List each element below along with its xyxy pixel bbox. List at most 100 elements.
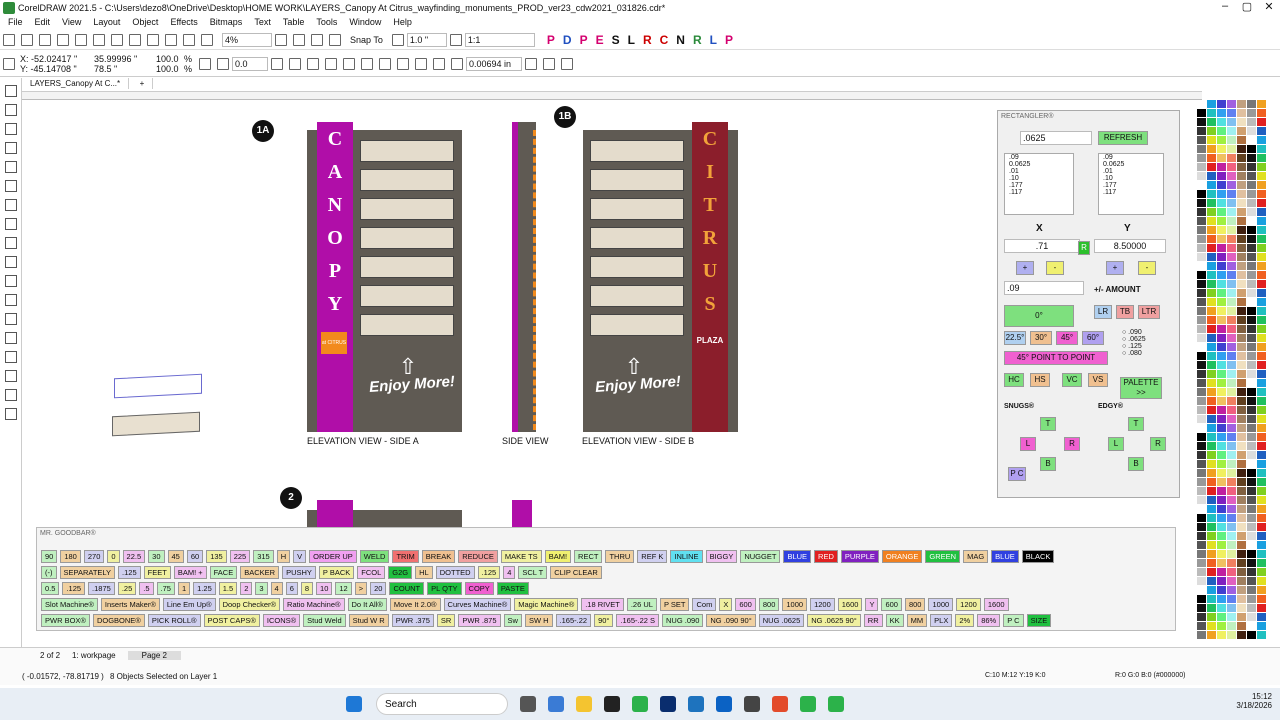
- directory-panel[interactable]: [590, 314, 684, 336]
- plugin-r-icon[interactable]: R: [643, 33, 652, 47]
- color-swatch[interactable]: [1247, 613, 1256, 622]
- goodbar-r2-button[interactable]: (-): [41, 566, 57, 579]
- goodbar-r4-button[interactable]: 1600: [983, 598, 1009, 611]
- color-swatch[interactable]: [1237, 388, 1246, 397]
- directory-panel[interactable]: [590, 198, 684, 220]
- color-swatch[interactable]: [1257, 577, 1266, 586]
- goodbar-r4-button[interactable]: 600: [881, 598, 902, 611]
- color-swatch[interactable]: [1247, 217, 1256, 226]
- color-swatch[interactable]: [1247, 316, 1256, 325]
- lr-button[interactable]: LR: [1094, 305, 1112, 319]
- color-swatch[interactable]: [1207, 469, 1216, 478]
- color-swatch[interactable]: [1257, 172, 1266, 181]
- directory-panel[interactable]: [360, 169, 454, 191]
- color-swatch[interactable]: [1197, 118, 1206, 127]
- color-swatch[interactable]: [1247, 577, 1256, 586]
- plugin-r2-icon[interactable]: R: [693, 33, 702, 47]
- color-swatch[interactable]: [1237, 415, 1246, 424]
- goodbar-r1-button[interactable]: 45: [167, 550, 184, 563]
- edgy-left-button[interactable]: L: [1108, 437, 1124, 451]
- goodbar-r1-button[interactable]: 225: [229, 550, 251, 563]
- color-swatch[interactable]: [1197, 208, 1206, 217]
- color-swatch[interactable]: [1227, 280, 1236, 289]
- color-swatch[interactable]: [1247, 442, 1256, 451]
- vs-button[interactable]: VS: [1088, 373, 1108, 387]
- tb-button[interactable]: TB: [1116, 305, 1134, 319]
- color-swatch[interactable]: [1217, 154, 1226, 163]
- color-swatch[interactable]: [1227, 397, 1236, 406]
- intersect-icon[interactable]: [361, 57, 373, 70]
- goodbar-r2-button[interactable]: G2G: [388, 566, 413, 579]
- goodbar-r1-button[interactable]: WELD: [359, 550, 390, 563]
- color-swatch[interactable]: [1217, 415, 1226, 424]
- edge-icon[interactable]: [688, 696, 704, 712]
- color-swatch[interactable]: [1207, 505, 1216, 514]
- color-swatch[interactable]: [1217, 604, 1226, 613]
- goodbar-r2-button[interactable]: DOTTED: [435, 566, 475, 579]
- color-swatch[interactable]: [1217, 613, 1226, 622]
- list-item[interactable]: .117: [1103, 189, 1163, 196]
- y-minus-button[interactable]: -: [1138, 261, 1156, 275]
- lock-ratio-icon[interactable]: [199, 57, 211, 70]
- goodbar-r1-button[interactable]: RED: [814, 550, 838, 563]
- color-swatch[interactable]: [1197, 514, 1206, 523]
- goodbar-r3-button[interactable]: .1875: [88, 582, 115, 595]
- directory-panel[interactable]: [360, 256, 454, 278]
- color-swatch[interactable]: [1257, 154, 1266, 163]
- goodbar-r1-button[interactable]: V: [293, 550, 307, 563]
- color-swatch[interactable]: [1257, 487, 1266, 496]
- text-tool-icon[interactable]: [5, 256, 17, 268]
- goodbar-r3-button[interactable]: 6: [285, 582, 298, 595]
- color-swatch[interactable]: [1197, 460, 1206, 469]
- color-swatch[interactable]: [1197, 235, 1206, 244]
- list-item[interactable]: .177: [1009, 182, 1073, 189]
- goodbar-r3-button[interactable]: PL QTY: [427, 582, 462, 595]
- scribble-shape-1[interactable]: [114, 373, 202, 399]
- color-swatch[interactable]: [1207, 451, 1216, 460]
- color-swatch[interactable]: [1207, 145, 1216, 154]
- import-icon[interactable]: [165, 33, 177, 46]
- menu-help[interactable]: Help: [393, 17, 412, 27]
- color-swatch[interactable]: [1247, 631, 1256, 640]
- color-swatch[interactable]: [1227, 568, 1236, 577]
- goodbar-r3-button[interactable]: .25: [117, 582, 137, 595]
- goodbar-r1-button[interactable]: REDUCE: [458, 550, 498, 563]
- color-swatch[interactable]: [1227, 136, 1236, 145]
- menu-edit[interactable]: Edit: [35, 17, 51, 27]
- plugin-s-icon[interactable]: S: [612, 33, 620, 47]
- menu-table[interactable]: Table: [283, 17, 305, 27]
- color-swatch[interactable]: [1217, 622, 1226, 631]
- goodbar-r1-button[interactable]: BLACK: [1021, 550, 1055, 563]
- color-palette[interactable]: [1197, 100, 1280, 655]
- goodbar-r1-button[interactable]: ORDER UP: [309, 550, 357, 563]
- goodbar-r1-button[interactable]: 90: [41, 550, 58, 563]
- color-swatch[interactable]: [1197, 379, 1206, 388]
- boundary-icon[interactable]: [433, 57, 445, 70]
- color-swatch[interactable]: [1237, 127, 1246, 136]
- size-radio-group[interactable]: ○ .090 ○ .0625 ○ .125 ○ .080: [1122, 329, 1146, 357]
- zoom-level-field[interactable]: 4%: [222, 32, 272, 47]
- goodbar-r4-button[interactable]: 1600: [837, 598, 863, 611]
- color-swatch[interactable]: [1257, 469, 1266, 478]
- color-swatch[interactable]: [1257, 550, 1266, 559]
- directory-panel[interactable]: [360, 227, 454, 249]
- color-swatch[interactable]: [1217, 595, 1226, 604]
- goodbar-r4-button[interactable]: 1000: [782, 598, 808, 611]
- mirror-h-icon[interactable]: [271, 57, 283, 70]
- directory-panel[interactable]: [590, 169, 684, 191]
- color-swatch[interactable]: [1237, 469, 1246, 478]
- trim-icon[interactable]: [343, 57, 355, 70]
- directory-panel[interactable]: [590, 140, 684, 162]
- undo-icon[interactable]: [129, 33, 141, 46]
- color-swatch[interactable]: [1217, 208, 1226, 217]
- x-value-field[interactable]: .71: [1004, 239, 1080, 253]
- color-swatch[interactable]: [1257, 559, 1266, 568]
- color-swatch[interactable]: [1227, 424, 1236, 433]
- horizontal-ruler[interactable]: [22, 92, 1202, 100]
- goodbar-r4-button[interactable]: Line Em Up®: [162, 598, 216, 611]
- document-tab[interactable]: LAYERS_Canopy At C...*: [22, 78, 130, 89]
- menu-bitmaps[interactable]: Bitmaps: [210, 17, 243, 27]
- color-swatch[interactable]: [1217, 379, 1226, 388]
- snug-bottom-button[interactable]: B: [1040, 457, 1056, 471]
- color-swatch[interactable]: [1227, 631, 1236, 640]
